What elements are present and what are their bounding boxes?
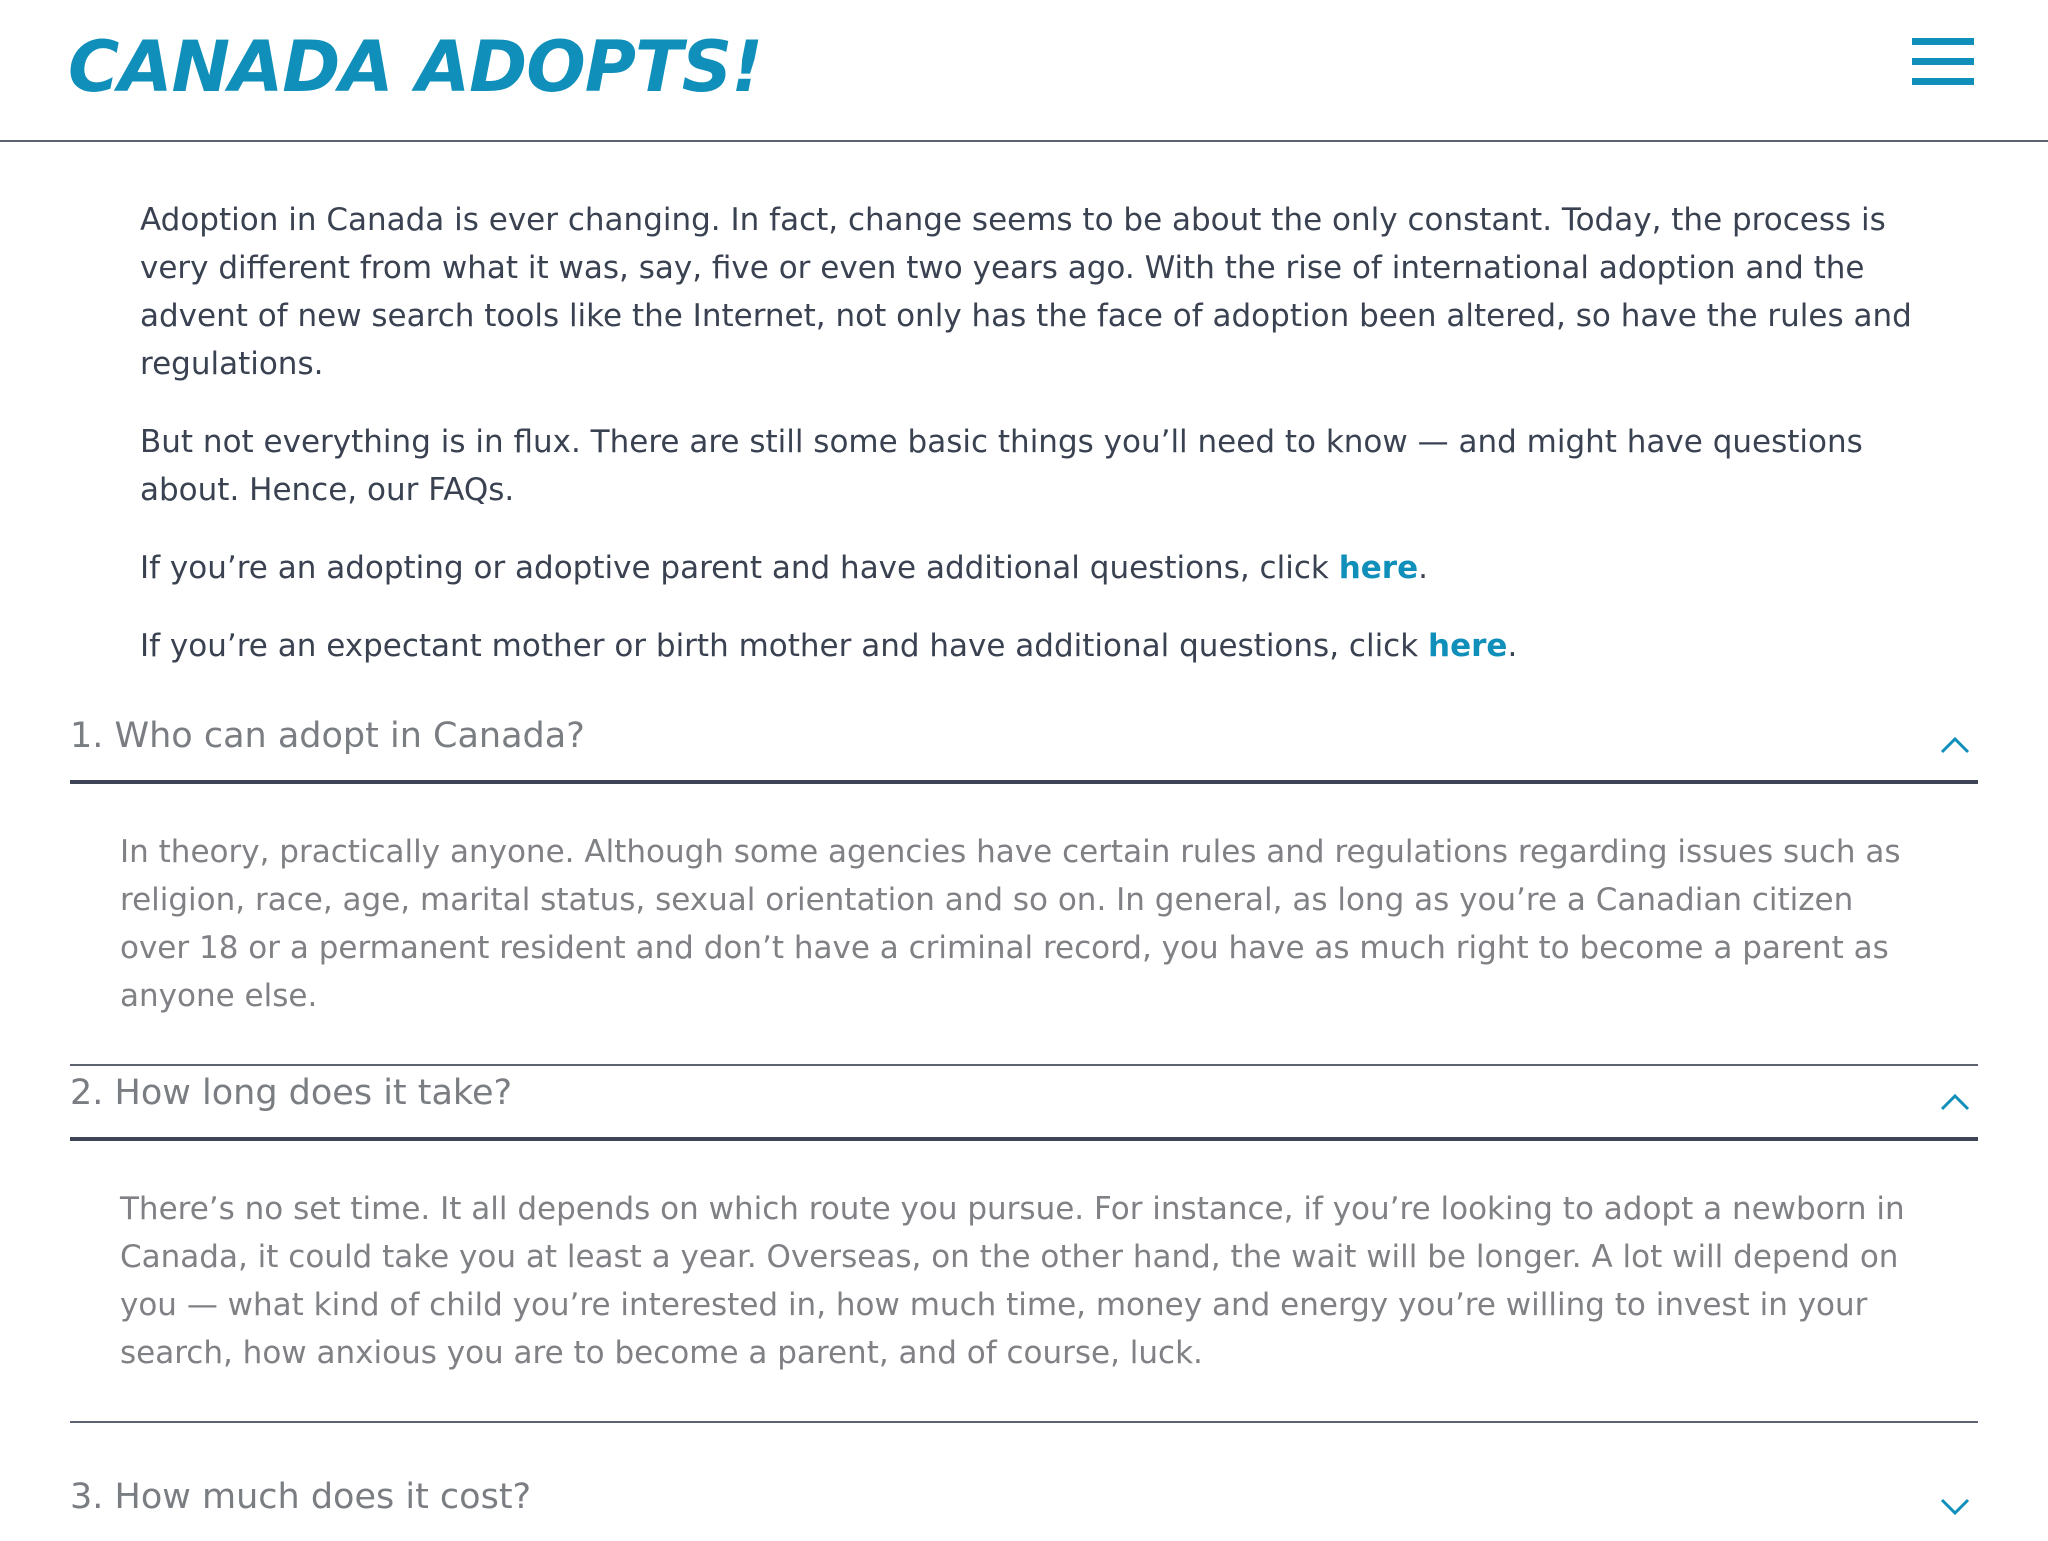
faq-answer: In theory, practically anyone. Although … xyxy=(70,784,1978,1066)
site-header: CANADA ADOPTS! xyxy=(0,0,2048,142)
parents-here-link[interactable]: here xyxy=(1339,550,1418,586)
intro-text: . xyxy=(1507,628,1518,664)
intro-paragraph: But not everything is in flux. There are… xyxy=(140,424,1863,508)
intro-section: Adoption in Canada is ever changing. In … xyxy=(140,196,1920,700)
intro-text: . xyxy=(1418,550,1428,586)
hamburger-icon xyxy=(1912,38,1974,45)
faq-question: 1. Who can adopt in Canada? xyxy=(70,716,585,756)
faq-question-toggle[interactable]: 2. How long does it take? xyxy=(70,1069,1978,1141)
intro-paragraph-parents: If you’re an adopting or adoptive parent… xyxy=(140,544,1920,592)
mothers-here-link[interactable]: here xyxy=(1428,628,1507,664)
intro-text: If you’re an expectant mother or birth m… xyxy=(140,628,1429,664)
chevron-up-icon xyxy=(1940,1093,1970,1111)
intro-paragraph: Adoption in Canada is ever changing. In … xyxy=(140,202,1912,382)
faq-item: 1. Who can adopt in Canada? In theory, p… xyxy=(70,712,1978,1066)
menu-button[interactable] xyxy=(1912,38,1976,86)
faq-question-toggle[interactable]: 3. How much does it cost? xyxy=(70,1473,1978,1541)
faq-answer: There’s no set time. It all depends on w… xyxy=(70,1141,1978,1423)
faq-item: 3. How much does it cost? xyxy=(70,1473,1978,1541)
intro-text: If you’re an adopting or adoptive parent… xyxy=(140,550,1339,586)
hamburger-icon xyxy=(1912,58,1974,65)
chevron-up-icon xyxy=(1940,736,1970,754)
faq-question-toggle[interactable]: 1. Who can adopt in Canada? xyxy=(70,712,1978,784)
intro-paragraph-mothers: If you’re an expectant mother or birth m… xyxy=(140,622,1920,670)
faq-question: 2. How long does it take? xyxy=(70,1073,513,1113)
hamburger-icon xyxy=(1912,78,1974,85)
faq-question: 3. How much does it cost? xyxy=(70,1477,532,1517)
chevron-down-icon xyxy=(1940,1498,1970,1516)
faq-item: 2. How long does it take? There’s no set… xyxy=(70,1069,1978,1423)
site-logo[interactable]: CANADA ADOPTS! xyxy=(68,26,763,108)
